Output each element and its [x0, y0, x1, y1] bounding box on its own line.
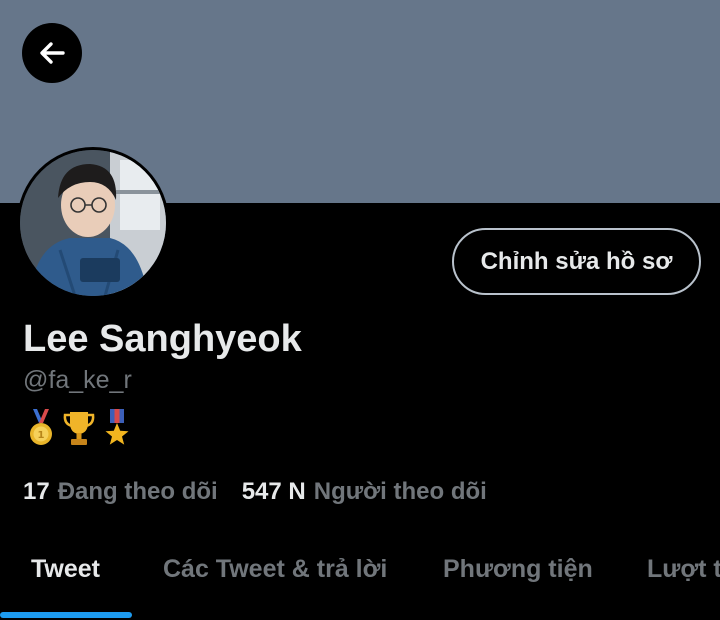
edit-profile-button[interactable]: Chỉnh sửa hồ sơ — [452, 228, 701, 295]
followers-label[interactable]: Người theo dõi — [314, 478, 487, 506]
active-tab-indicator — [0, 612, 132, 618]
tab-media[interactable]: Phương tiện — [443, 555, 593, 584]
following-label[interactable]: Đang theo dõi — [58, 478, 218, 506]
svg-text:1: 1 — [38, 430, 45, 441]
tab-tweets-and-replies[interactable]: Các Tweet & trả lời — [163, 555, 387, 584]
bio-badges: 1 — [24, 408, 134, 448]
avatar-photo — [20, 150, 166, 296]
follow-stats: 17 Đang theo dõi 547 N Người theo dõi — [23, 476, 511, 508]
followers-count[interactable]: 547 N — [242, 478, 306, 506]
tab-likes[interactable]: Lượt thích — [647, 555, 720, 584]
gold-medal-icon: 1 — [30, 409, 52, 445]
profile-page: Chỉnh sửa hồ sơ Lee Sanghyeok @fa_ke_r 1… — [0, 0, 720, 620]
avatar[interactable] — [17, 147, 169, 299]
profile-name: Lee Sanghyeok — [23, 318, 302, 360]
profile-tabs: Tweet Các Tweet & trả lời Phương tiện Lư… — [0, 538, 720, 618]
trophy-icon — [63, 412, 95, 445]
profile-handle: @fa_ke_r — [23, 366, 132, 394]
military-medal-icon — [105, 409, 129, 445]
arrow-left-icon — [40, 42, 65, 64]
following-count[interactable]: 17 — [23, 478, 50, 506]
back-button[interactable] — [22, 23, 82, 83]
tab-tweets[interactable]: Tweet — [31, 555, 100, 584]
